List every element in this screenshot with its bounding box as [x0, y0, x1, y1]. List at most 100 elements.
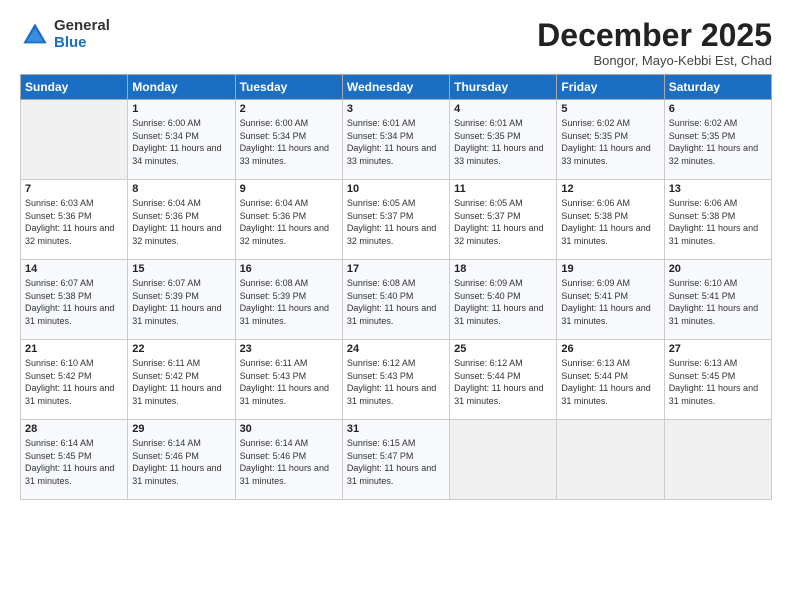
day-number: 20 — [669, 263, 767, 275]
table-row: 27 Sunrise: 6:13 AM Sunset: 5:45 PM Dayl… — [664, 340, 771, 420]
cell-sunset: Sunset: 5:41 PM — [561, 291, 628, 301]
cell-daylight: Daylight: 11 hours and 31 minutes. — [240, 383, 329, 406]
cell-sunset: Sunset: 5:34 PM — [347, 131, 414, 141]
cell-daylight: Daylight: 11 hours and 31 minutes. — [669, 223, 758, 246]
cell-sunset: Sunset: 5:36 PM — [240, 211, 307, 221]
day-number: 11 — [454, 183, 552, 195]
day-number: 31 — [347, 423, 445, 435]
cell-sunset: Sunset: 5:34 PM — [132, 131, 199, 141]
table-row: 30 Sunrise: 6:14 AM Sunset: 5:46 PM Dayl… — [235, 420, 342, 500]
title-block: December 2025 Bongor, Mayo-Kebbi Est, Ch… — [537, 18, 772, 68]
cell-sunrise: Sunrise: 6:05 AM — [347, 198, 416, 208]
cell-sunset: Sunset: 5:43 PM — [240, 371, 307, 381]
table-row: 3 Sunrise: 6:01 AM Sunset: 5:34 PM Dayli… — [342, 100, 449, 180]
calendar-week-row: 7 Sunrise: 6:03 AM Sunset: 5:36 PM Dayli… — [21, 180, 772, 260]
table-row: 26 Sunrise: 6:13 AM Sunset: 5:44 PM Dayl… — [557, 340, 664, 420]
cell-daylight: Daylight: 11 hours and 32 minutes. — [669, 143, 758, 166]
table-row: 2 Sunrise: 6:00 AM Sunset: 5:34 PM Dayli… — [235, 100, 342, 180]
cell-sunrise: Sunrise: 6:06 AM — [561, 198, 630, 208]
cell-sunrise: Sunrise: 6:13 AM — [561, 358, 630, 368]
table-row: 21 Sunrise: 6:10 AM Sunset: 5:42 PM Dayl… — [21, 340, 128, 420]
cell-daylight: Daylight: 11 hours and 31 minutes. — [240, 303, 329, 326]
cell-sunset: Sunset: 5:34 PM — [240, 131, 307, 141]
cell-sunset: Sunset: 5:44 PM — [561, 371, 628, 381]
table-row: 22 Sunrise: 6:11 AM Sunset: 5:42 PM Dayl… — [128, 340, 235, 420]
logo-blue-text: Blue — [54, 35, 110, 52]
table-row: 1 Sunrise: 6:00 AM Sunset: 5:34 PM Dayli… — [128, 100, 235, 180]
table-row: 19 Sunrise: 6:09 AM Sunset: 5:41 PM Dayl… — [557, 260, 664, 340]
day-number: 4 — [454, 103, 552, 115]
header-monday: Monday — [128, 75, 235, 100]
cell-sunset: Sunset: 5:37 PM — [347, 211, 414, 221]
table-row: 12 Sunrise: 6:06 AM Sunset: 5:38 PM Dayl… — [557, 180, 664, 260]
table-row — [450, 420, 557, 500]
cell-daylight: Daylight: 11 hours and 34 minutes. — [132, 143, 221, 166]
cell-sunrise: Sunrise: 6:14 AM — [25, 438, 94, 448]
cell-daylight: Daylight: 11 hours and 31 minutes. — [454, 383, 543, 406]
cell-sunrise: Sunrise: 6:06 AM — [669, 198, 738, 208]
cell-sunset: Sunset: 5:38 PM — [669, 211, 736, 221]
cell-daylight: Daylight: 11 hours and 31 minutes. — [561, 383, 650, 406]
cell-sunrise: Sunrise: 6:13 AM — [669, 358, 738, 368]
table-row: 25 Sunrise: 6:12 AM Sunset: 5:44 PM Dayl… — [450, 340, 557, 420]
day-number: 7 — [25, 183, 123, 195]
logo: General Blue — [20, 18, 110, 51]
cell-sunrise: Sunrise: 6:04 AM — [132, 198, 201, 208]
cell-sunset: Sunset: 5:42 PM — [25, 371, 92, 381]
cell-daylight: Daylight: 11 hours and 31 minutes. — [347, 463, 436, 486]
table-row: 6 Sunrise: 6:02 AM Sunset: 5:35 PM Dayli… — [664, 100, 771, 180]
cell-daylight: Daylight: 11 hours and 31 minutes. — [347, 303, 436, 326]
day-number: 13 — [669, 183, 767, 195]
cell-sunrise: Sunrise: 6:02 AM — [561, 118, 630, 128]
cell-sunrise: Sunrise: 6:10 AM — [669, 278, 738, 288]
cell-daylight: Daylight: 11 hours and 33 minutes. — [454, 143, 543, 166]
cell-sunset: Sunset: 5:35 PM — [454, 131, 521, 141]
cell-sunrise: Sunrise: 6:14 AM — [132, 438, 201, 448]
table-row: 24 Sunrise: 6:12 AM Sunset: 5:43 PM Dayl… — [342, 340, 449, 420]
table-row — [21, 100, 128, 180]
day-number: 9 — [240, 183, 338, 195]
day-number: 30 — [240, 423, 338, 435]
header-sunday: Sunday — [21, 75, 128, 100]
cell-sunset: Sunset: 5:40 PM — [347, 291, 414, 301]
calendar-table: Sunday Monday Tuesday Wednesday Thursday… — [20, 74, 772, 500]
cell-sunrise: Sunrise: 6:08 AM — [240, 278, 309, 288]
day-number: 27 — [669, 343, 767, 355]
cell-sunrise: Sunrise: 6:11 AM — [240, 358, 308, 368]
table-row: 16 Sunrise: 6:08 AM Sunset: 5:39 PM Dayl… — [235, 260, 342, 340]
cell-sunset: Sunset: 5:45 PM — [25, 451, 92, 461]
table-row: 15 Sunrise: 6:07 AM Sunset: 5:39 PM Dayl… — [128, 260, 235, 340]
table-row: 8 Sunrise: 6:04 AM Sunset: 5:36 PM Dayli… — [128, 180, 235, 260]
cell-sunset: Sunset: 5:36 PM — [132, 211, 199, 221]
day-number: 2 — [240, 103, 338, 115]
cell-sunrise: Sunrise: 6:03 AM — [25, 198, 94, 208]
cell-sunset: Sunset: 5:47 PM — [347, 451, 414, 461]
cell-sunset: Sunset: 5:40 PM — [454, 291, 521, 301]
day-number: 24 — [347, 343, 445, 355]
calendar-week-row: 28 Sunrise: 6:14 AM Sunset: 5:45 PM Dayl… — [21, 420, 772, 500]
table-row: 20 Sunrise: 6:10 AM Sunset: 5:41 PM Dayl… — [664, 260, 771, 340]
cell-daylight: Daylight: 11 hours and 31 minutes. — [132, 463, 221, 486]
day-number: 22 — [132, 343, 230, 355]
cell-daylight: Daylight: 11 hours and 31 minutes. — [240, 463, 329, 486]
table-row: 4 Sunrise: 6:01 AM Sunset: 5:35 PM Dayli… — [450, 100, 557, 180]
cell-sunset: Sunset: 5:38 PM — [561, 211, 628, 221]
cell-sunrise: Sunrise: 6:00 AM — [132, 118, 201, 128]
cell-sunset: Sunset: 5:45 PM — [669, 371, 736, 381]
cell-sunset: Sunset: 5:44 PM — [454, 371, 521, 381]
cell-sunset: Sunset: 5:35 PM — [669, 131, 736, 141]
day-number: 19 — [561, 263, 659, 275]
cell-daylight: Daylight: 11 hours and 33 minutes. — [561, 143, 650, 166]
cell-daylight: Daylight: 11 hours and 32 minutes. — [25, 223, 114, 246]
table-row: 13 Sunrise: 6:06 AM Sunset: 5:38 PM Dayl… — [664, 180, 771, 260]
day-number: 10 — [347, 183, 445, 195]
cell-daylight: Daylight: 11 hours and 31 minutes. — [669, 383, 758, 406]
day-number: 23 — [240, 343, 338, 355]
location-subtitle: Bongor, Mayo-Kebbi Est, Chad — [537, 53, 772, 68]
table-row: 18 Sunrise: 6:09 AM Sunset: 5:40 PM Dayl… — [450, 260, 557, 340]
cell-daylight: Daylight: 11 hours and 31 minutes. — [132, 303, 221, 326]
day-number: 8 — [132, 183, 230, 195]
cell-sunrise: Sunrise: 6:01 AM — [347, 118, 416, 128]
cell-daylight: Daylight: 11 hours and 31 minutes. — [669, 303, 758, 326]
cell-daylight: Daylight: 11 hours and 33 minutes. — [240, 143, 329, 166]
